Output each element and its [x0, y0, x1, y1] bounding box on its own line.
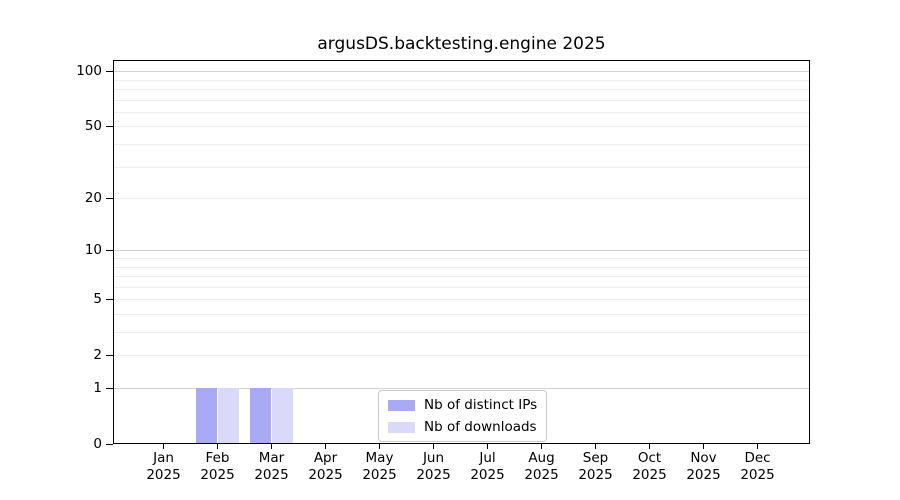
- minor-gridline: [113, 314, 810, 315]
- x-tick-mark: [379, 444, 380, 449]
- x-tick-mark: [433, 444, 434, 449]
- y-tick-mark: [106, 388, 113, 389]
- y-tick-mark: [106, 250, 113, 251]
- y-tick-label: 50: [42, 118, 102, 134]
- y-tick-label: 5: [42, 291, 102, 307]
- y-tick-mark: [106, 355, 113, 356]
- legend-item: Nb of downloads: [388, 419, 537, 435]
- bar-nb-of-distinct-ips: [196, 388, 218, 444]
- minor-gridline: [113, 355, 810, 356]
- y-tick-mark: [106, 71, 113, 72]
- bar-nb-of-distinct-ips: [250, 388, 272, 444]
- legend-swatch: [388, 422, 415, 433]
- major-gridline: [113, 250, 810, 251]
- x-tick-label: Dec 2025: [726, 450, 790, 484]
- x-tick-mark: [487, 444, 488, 449]
- x-tick-mark: [595, 444, 596, 449]
- minor-gridline: [113, 332, 810, 333]
- minor-gridline: [113, 167, 810, 168]
- x-tick-mark: [325, 444, 326, 449]
- minor-gridline: [113, 100, 810, 101]
- legend-label: Nb of downloads: [424, 419, 537, 435]
- legend: Nb of distinct IPs Nb of downloads: [378, 390, 547, 442]
- axes-spines: [113, 60, 810, 444]
- y-tick-label: 10: [42, 242, 102, 258]
- legend-swatch: [388, 400, 415, 411]
- minor-gridline: [113, 276, 810, 277]
- chart-figure: argusDS.backtesting.engine 2025 Nb of di…: [0, 0, 900, 500]
- minor-gridline: [113, 198, 810, 199]
- x-tick-mark: [703, 444, 704, 449]
- x-tick-mark: [541, 444, 542, 449]
- chart-title: argusDS.backtesting.engine 2025: [113, 34, 810, 54]
- y-tick-label: 2: [42, 347, 102, 363]
- x-tick-mark: [163, 444, 164, 449]
- x-tick-mark: [649, 444, 650, 449]
- y-tick-mark: [106, 444, 113, 445]
- y-tick-mark: [106, 299, 113, 300]
- minor-gridline: [113, 126, 810, 127]
- minor-gridline: [113, 258, 810, 259]
- y-tick-label: 0: [42, 436, 102, 452]
- y-tick-label: 1: [42, 380, 102, 396]
- y-tick-label: 20: [42, 190, 102, 206]
- major-gridline: [113, 71, 810, 72]
- minor-gridline: [113, 89, 810, 90]
- y-tick-label: 100: [42, 63, 102, 79]
- plot-area: Nb of distinct IPs Nb of downloads: [113, 60, 810, 444]
- x-tick-mark: [217, 444, 218, 449]
- bar-nb-of-downloads: [272, 388, 294, 444]
- x-tick-mark: [271, 444, 272, 449]
- minor-gridline: [113, 299, 810, 300]
- bar-nb-of-downloads: [218, 388, 240, 444]
- minor-gridline: [113, 80, 810, 81]
- x-tick-mark: [757, 444, 758, 449]
- legend-item: Nb of distinct IPs: [388, 397, 537, 413]
- minor-gridline: [113, 144, 810, 145]
- y-tick-mark: [106, 126, 113, 127]
- minor-gridline: [113, 112, 810, 113]
- legend-label: Nb of distinct IPs: [424, 397, 537, 413]
- minor-gridline: [113, 287, 810, 288]
- y-tick-mark: [106, 198, 113, 199]
- minor-gridline: [113, 267, 810, 268]
